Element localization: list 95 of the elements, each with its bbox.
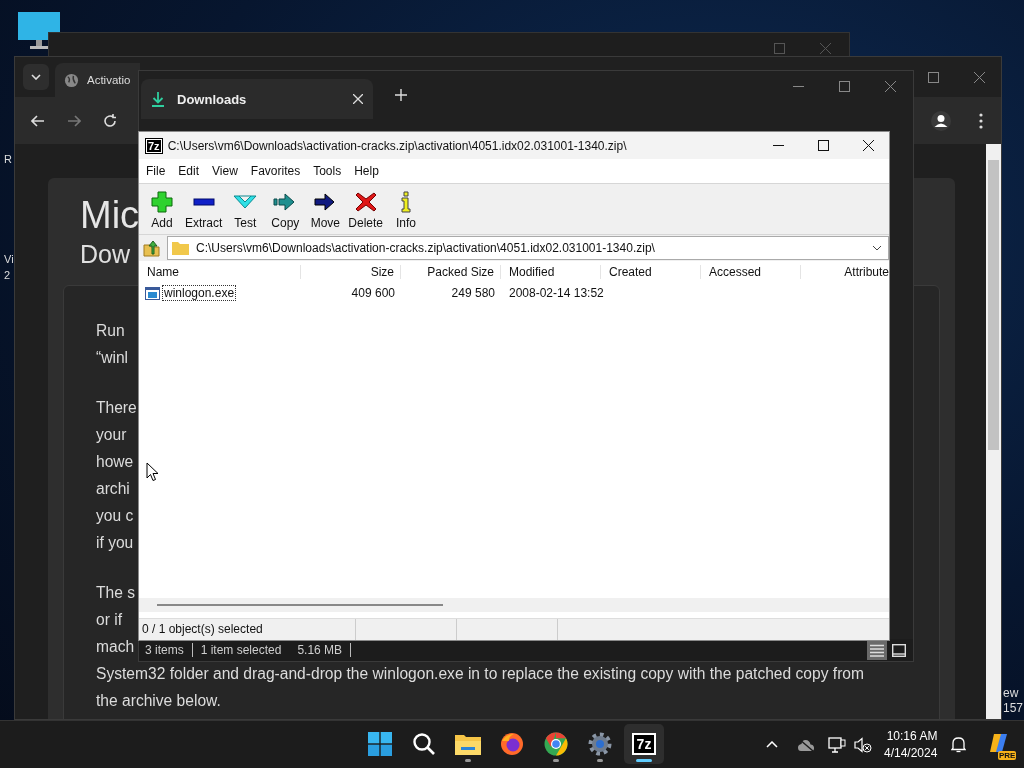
app-logo: 7z bbox=[146, 138, 162, 153]
gear-icon bbox=[588, 732, 612, 756]
toolbar-button[interactable]: Copy bbox=[266, 188, 305, 230]
chevron-down-icon bbox=[31, 74, 41, 80]
cross-icon bbox=[353, 190, 378, 213]
paragraph-line: The s bbox=[96, 584, 135, 601]
minimize-icon[interactable] bbox=[793, 85, 804, 87]
desktop-icon-label: R bbox=[4, 153, 12, 165]
menu-icon[interactable] bbox=[979, 112, 983, 129]
scrollbar[interactable] bbox=[986, 144, 1001, 719]
forward-icon[interactable] bbox=[67, 114, 81, 127]
file-icon bbox=[145, 286, 160, 300]
chevron-up-icon[interactable] bbox=[766, 741, 778, 748]
desktop-icon-label: 157 bbox=[1003, 701, 1024, 716]
taskbar-button[interactable]: 7z bbox=[624, 724, 664, 764]
clock[interactable]: 10:16 AM 4/14/2024 bbox=[884, 727, 938, 762]
paragraph-line: mach bbox=[96, 638, 135, 655]
toolbar-button[interactable]: Test bbox=[226, 188, 265, 230]
muted-speaker-icon[interactable] bbox=[854, 736, 872, 753]
column-header[interactable]: Packed Size bbox=[401, 265, 501, 279]
folder-up-icon[interactable] bbox=[143, 239, 161, 257]
column-header[interactable]: Name bbox=[139, 265, 301, 279]
table-cell[interactable]: winlogon.exe bbox=[162, 285, 237, 301]
toolbar-button[interactable]: Move bbox=[306, 188, 345, 230]
bell-icon[interactable] bbox=[951, 736, 967, 753]
app-logo: 7z bbox=[631, 733, 657, 755]
column-header[interactable]: Modified bbox=[501, 265, 601, 279]
clock-time: 10:16 AM bbox=[886, 727, 938, 745]
table-cell-text: 249 580 bbox=[450, 286, 496, 300]
menu-item[interactable]: Help bbox=[354, 164, 379, 178]
menu-item[interactable]: File bbox=[146, 164, 166, 178]
paragraph-line: archi bbox=[96, 480, 130, 497]
scrollbar-thumb[interactable] bbox=[157, 604, 443, 606]
column-header[interactable]: Accessed bbox=[701, 265, 801, 279]
plus-icon bbox=[150, 190, 174, 213]
toolbar-button[interactable]: Extract bbox=[183, 188, 225, 230]
folder-icon bbox=[172, 241, 189, 255]
paragraph-line: There bbox=[96, 399, 137, 416]
refresh-icon[interactable] bbox=[103, 113, 117, 128]
windows-logo-icon bbox=[368, 732, 392, 756]
browser-tab[interactable]: Downloads bbox=[141, 79, 373, 119]
status-text: 1 item selected bbox=[200, 643, 283, 657]
toolbar-button[interactable]: Delete bbox=[346, 188, 386, 230]
paragraph-line: howe bbox=[96, 453, 134, 470]
fox-globe-icon bbox=[500, 732, 524, 756]
globe-icon bbox=[64, 72, 79, 88]
status-text: 3 items bbox=[145, 643, 193, 657]
menu-item[interactable]: Favorites bbox=[250, 164, 301, 178]
browser-logo-icon bbox=[544, 732, 568, 756]
column-header[interactable]: Size bbox=[301, 265, 401, 279]
close-icon[interactable] bbox=[863, 140, 874, 151]
status-text: 0 / 1 object(s) selected bbox=[139, 619, 356, 640]
paragraph-line: or if bbox=[96, 611, 122, 628]
paragraph-line: if you bbox=[96, 534, 134, 551]
new-tab-icon[interactable] bbox=[395, 89, 407, 101]
path-field[interactable]: C:\Users\vm6\Downloads\activation-cracks.zip\activation\4051.idx02.031001-1340.zip\ bbox=[167, 236, 889, 260]
paragraph-line: you c bbox=[96, 507, 134, 524]
paragraph-line: your bbox=[96, 426, 127, 443]
maximize-icon[interactable] bbox=[818, 140, 829, 151]
cloud-off-icon[interactable] bbox=[797, 737, 815, 752]
paragraph-line: the archive below. bbox=[96, 692, 221, 709]
desktop-icon-label: Vi bbox=[4, 253, 14, 265]
computer-icon[interactable] bbox=[18, 12, 60, 50]
toolbar-button[interactable]: Add bbox=[143, 188, 181, 230]
dropdown-caret-icon[interactable] bbox=[872, 245, 882, 251]
badge: PRE bbox=[997, 750, 1017, 760]
table-cell-text: 2008-02-14 13:52 bbox=[508, 286, 601, 300]
back-icon[interactable] bbox=[31, 114, 45, 127]
article-heading: Mic bbox=[80, 193, 140, 238]
column-header[interactable]: Created bbox=[601, 265, 701, 279]
menu-item[interactable]: Tools bbox=[313, 164, 342, 178]
network-icon[interactable] bbox=[828, 736, 846, 753]
download-icon bbox=[151, 91, 165, 107]
desktop-icon-label: ew bbox=[1003, 686, 1020, 701]
paragraph-line: Run bbox=[96, 322, 125, 339]
folder-icon bbox=[455, 733, 481, 755]
toolbar-button[interactable]: Info bbox=[387, 188, 426, 230]
browser-tab[interactable]: Activatio bbox=[55, 63, 140, 97]
scrollbar[interactable] bbox=[139, 598, 889, 612]
desktop-icon-label: 2 bbox=[4, 269, 11, 281]
article-subheading: Dow bbox=[80, 239, 130, 270]
menu-item[interactable]: View bbox=[212, 164, 238, 178]
paragraph-line: System32 folder and drag-and-drop the winlogon.exe in to replace the existing copy with the patched copy from bbox=[96, 665, 864, 682]
mouse-pointer-icon bbox=[146, 462, 159, 482]
search-icon bbox=[412, 732, 436, 756]
profile-icon[interactable] bbox=[931, 110, 951, 131]
menu-item[interactable]: Edit bbox=[178, 164, 200, 178]
column-header[interactable]: Attribute bbox=[801, 265, 889, 279]
status-text: 5.16 MB bbox=[297, 643, 352, 657]
table-cell-text: 409 600 bbox=[350, 286, 396, 300]
tab-list-button[interactable] bbox=[23, 64, 49, 90]
clock-date: 4/14/2024 bbox=[884, 744, 938, 762]
window-title: C:\Users\vm6\Downloads\activation-cracks.zip\activation\4051.idx02.031001-1340.zip\ bbox=[167, 138, 627, 153]
paragraph-line: “winl bbox=[96, 349, 129, 366]
scrollbar-thumb[interactable] bbox=[988, 160, 999, 450]
